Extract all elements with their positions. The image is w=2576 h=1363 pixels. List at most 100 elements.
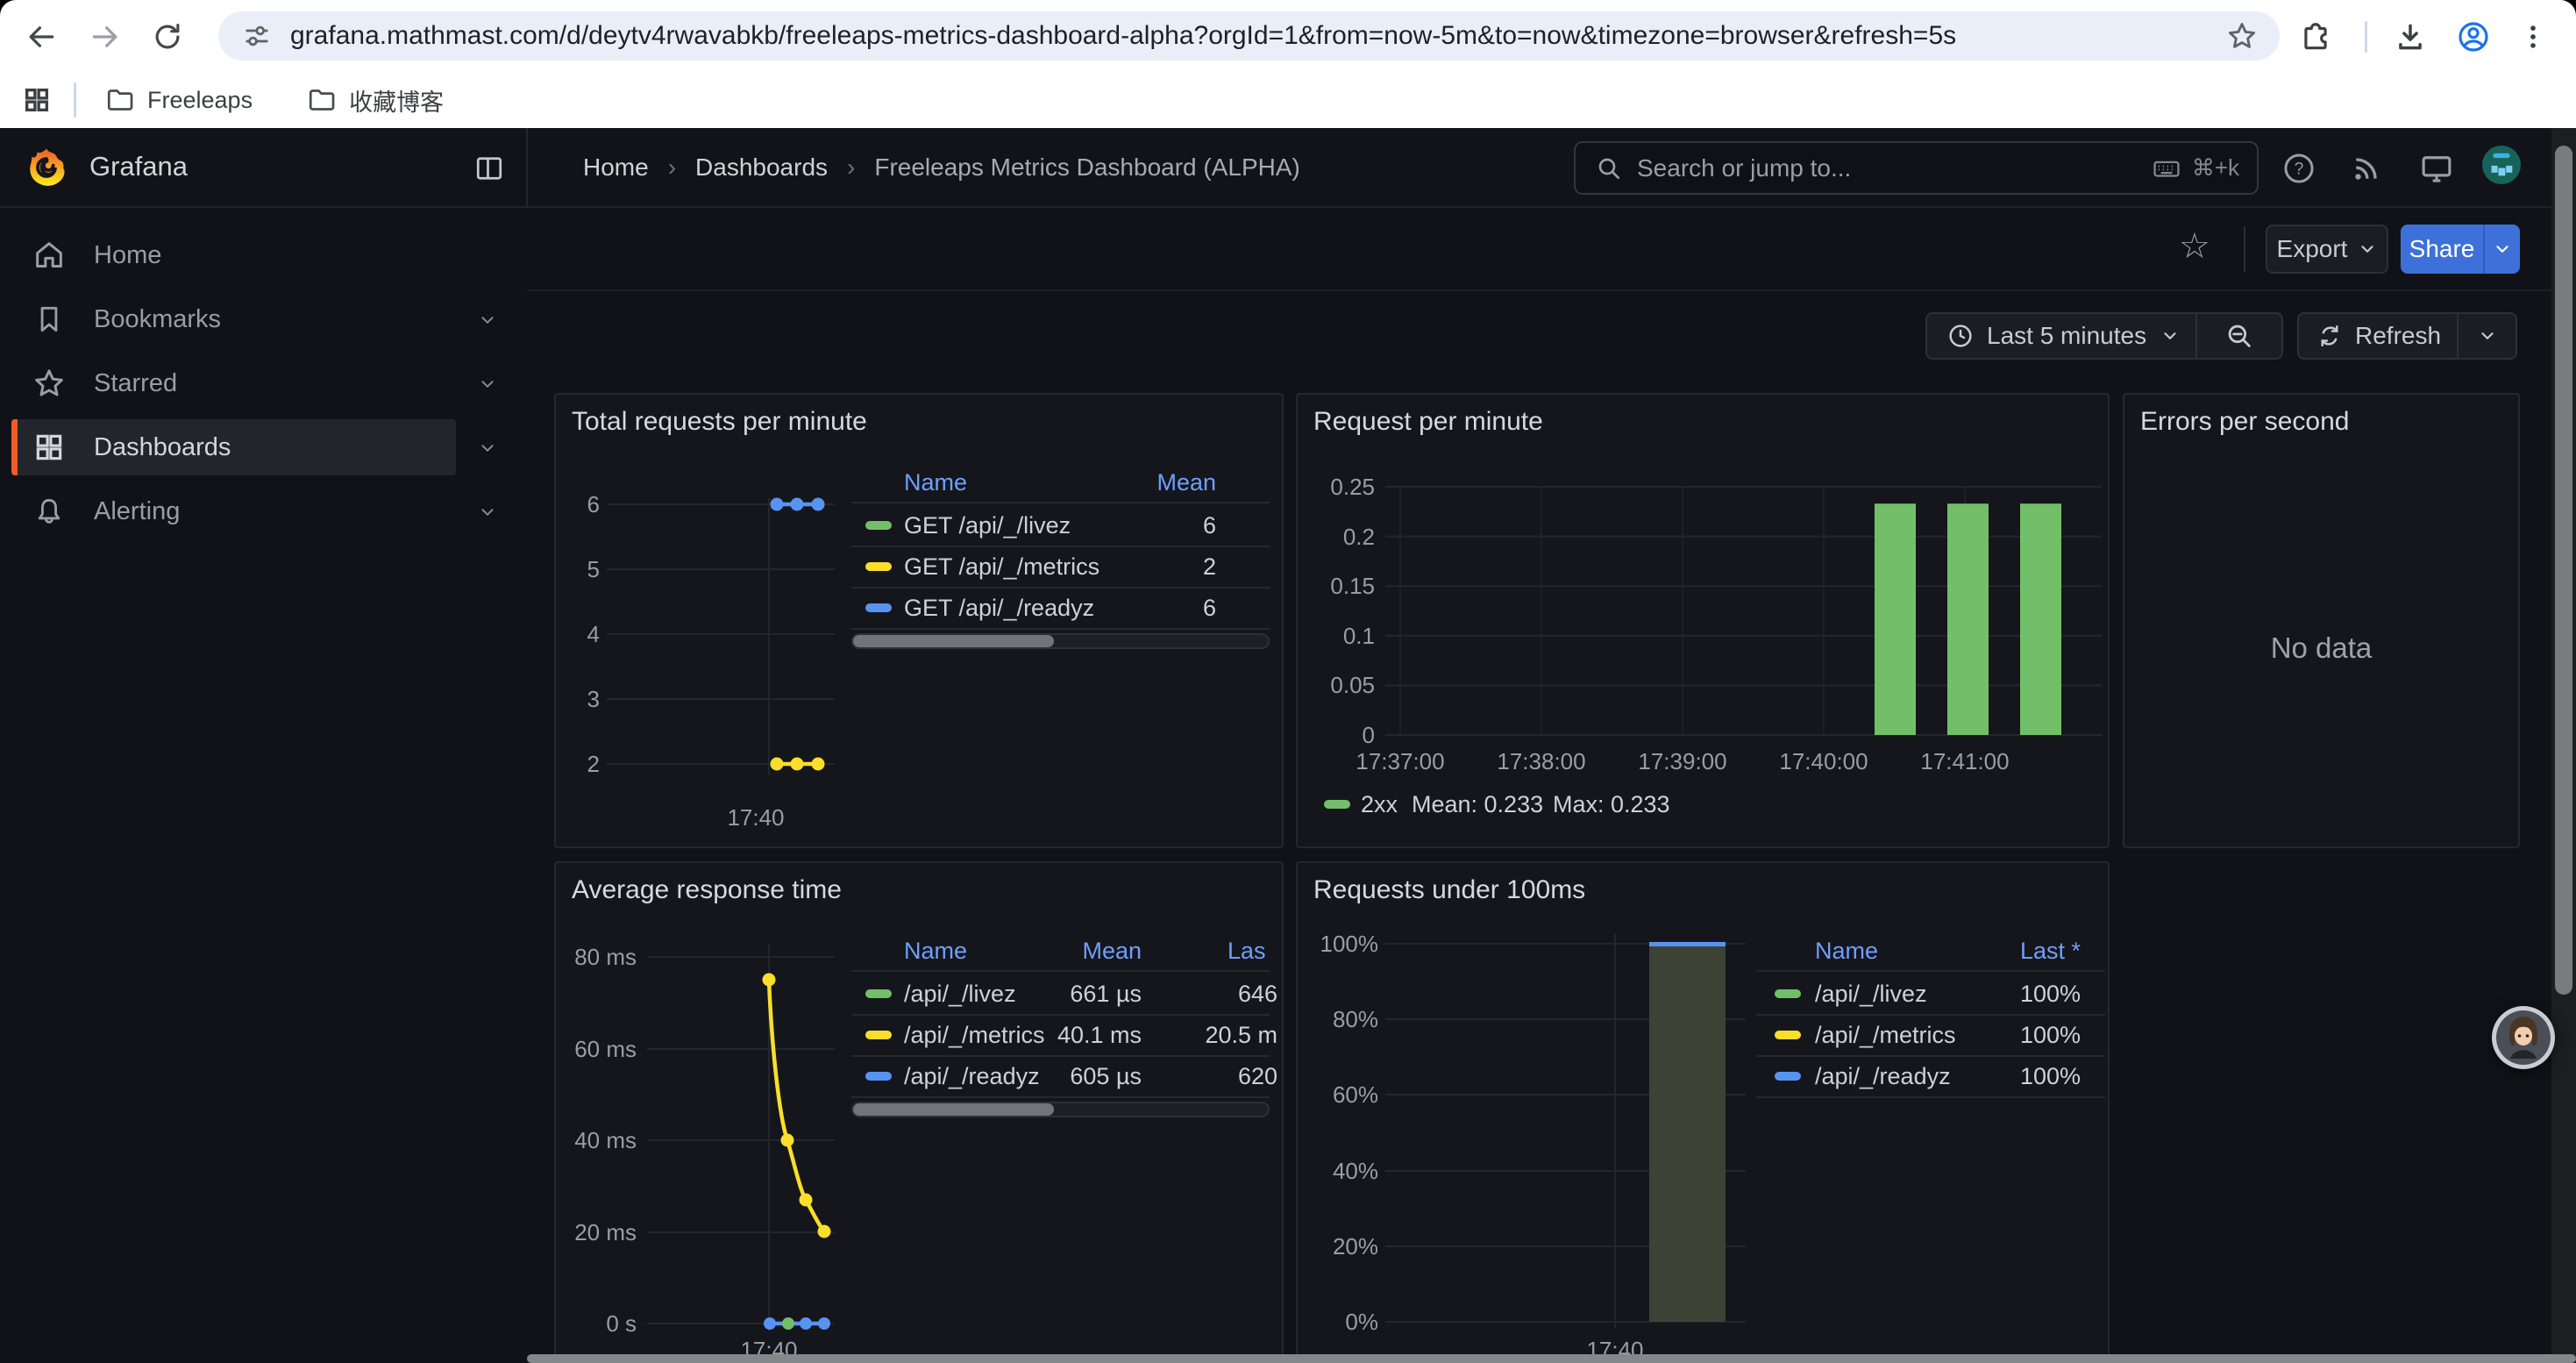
chevron-down-icon bbox=[2160, 326, 2180, 346]
browser-menu-icon[interactable] bbox=[2516, 19, 2551, 54]
help-icon[interactable]: ? bbox=[2280, 149, 2318, 188]
bookmarks-separator bbox=[74, 82, 76, 118]
back-icon[interactable] bbox=[24, 19, 59, 54]
legend-series-value: 100% bbox=[1783, 979, 2081, 1009]
legend-series-value: 620 bbox=[979, 1061, 1277, 1091]
legend-series-color-pill[interactable] bbox=[1324, 800, 1350, 809]
dashboard-subheader: ☆ Export Share bbox=[527, 208, 2576, 291]
forward-icon[interactable] bbox=[88, 19, 123, 54]
search-shortcut: ⌘+k bbox=[2192, 154, 2239, 182]
y-axis-tick: 5 bbox=[554, 555, 600, 583]
url-text: grafana.mathmast.com/d/deytv4rwavabkb/fr… bbox=[290, 21, 2225, 51]
search-icon bbox=[1595, 154, 1623, 182]
y-axis-tick: 20% bbox=[1296, 1232, 1378, 1260]
legend-row-separator bbox=[851, 1096, 1270, 1098]
legend-series-color-pill[interactable] bbox=[865, 562, 892, 571]
legend-series-value: 2 bbox=[918, 552, 1216, 582]
legend-row-separator bbox=[851, 628, 1270, 630]
address-bar[interactable]: grafana.mathmast.com/d/deytv4rwavabkb/fr… bbox=[218, 11, 2280, 61]
legend-series-color-pill[interactable] bbox=[865, 521, 892, 530]
keyboard-icon bbox=[2152, 153, 2181, 183]
panel-title[interactable]: Errors per second bbox=[2140, 407, 2349, 437]
legend-column-header[interactable]: Mean bbox=[843, 936, 1142, 966]
y-axis-tick: 40% bbox=[1296, 1157, 1378, 1185]
sidebar-nav: Home Bookmarks Starred Dashboards Alerting bbox=[0, 208, 527, 1363]
y-axis-tick: 0.25 bbox=[1296, 473, 1375, 501]
y-axis-tick: 40 ms bbox=[554, 1126, 637, 1154]
time-range-label: Last 5 minutes bbox=[1987, 322, 2146, 350]
refresh-button[interactable]: Refresh bbox=[2297, 312, 2517, 360]
x-axis-tick: 17:40 bbox=[651, 803, 861, 831]
share-menu-button[interactable] bbox=[2483, 225, 2520, 274]
apps-grid-icon bbox=[32, 430, 67, 465]
chevron-down-icon[interactable] bbox=[478, 439, 497, 462]
sidebar-items: Home Bookmarks Starred Dashboards Alerting bbox=[0, 227, 527, 547]
news-rss-icon[interactable] bbox=[2347, 149, 2386, 188]
export-button[interactable]: Export bbox=[2266, 225, 2388, 274]
home-icon bbox=[32, 238, 67, 273]
panel-average-response-time: Average response time 80 ms60 ms40 ms20 … bbox=[554, 861, 1284, 1363]
user-avatar[interactable] bbox=[2482, 146, 2521, 184]
dock-menu-icon[interactable] bbox=[470, 149, 509, 188]
legend-column-header[interactable]: Last * bbox=[1783, 936, 2081, 966]
bookmark-items: Freeleaps 收藏博客 bbox=[91, 79, 458, 121]
y-axis-tick: 2 bbox=[554, 750, 600, 778]
legend-scrollbar-thumb[interactable] bbox=[853, 1103, 1054, 1116]
sidebar-item-label: Home bbox=[94, 227, 161, 283]
y-axis-tick: 80 ms bbox=[554, 943, 637, 971]
grafana-logo[interactable] bbox=[26, 146, 67, 193]
downloads-icon[interactable] bbox=[2393, 19, 2428, 54]
legend-scrollbar-thumb[interactable] bbox=[853, 635, 1054, 647]
breadcrumb-item[interactable]: Home bbox=[583, 153, 649, 182]
grafana-header: Grafana Home›Dashboards›Freeleaps Metric… bbox=[0, 128, 2576, 208]
sidebar-item-starred[interactable]: Starred bbox=[0, 355, 527, 411]
monitor-kiosk-icon[interactable] bbox=[2417, 149, 2456, 188]
breadcrumb-item[interactable]: Dashboards bbox=[695, 153, 828, 182]
breadcrumb-item: Freeleaps Metrics Dashboard (ALPHA) bbox=[874, 153, 1300, 182]
bookmark-star-icon[interactable] bbox=[2225, 19, 2259, 53]
refresh-interval-dropdown[interactable] bbox=[2459, 326, 2516, 346]
reload-icon[interactable] bbox=[150, 19, 185, 54]
folder-icon bbox=[105, 85, 135, 115]
sidebar-active-accent bbox=[11, 419, 18, 475]
legend-column-header[interactable]: Las bbox=[1228, 936, 1266, 966]
chevron-down-icon[interactable] bbox=[478, 310, 497, 334]
legend-series-name[interactable]: 2xx bbox=[1361, 789, 1398, 819]
site-settings-icon[interactable] bbox=[241, 20, 273, 52]
search-placeholder: Search or jump to... bbox=[1637, 154, 1851, 182]
apps-grid-icon[interactable] bbox=[19, 82, 54, 118]
toolbar-separator bbox=[2365, 21, 2367, 53]
bookmark-item[interactable]: 收藏博客 bbox=[293, 79, 458, 121]
time-range-picker[interactable]: Last 5 minutes bbox=[1925, 312, 2283, 360]
legend-row-separator bbox=[851, 1055, 1270, 1057]
vertical-scrollbar-thumb[interactable] bbox=[2555, 146, 2572, 995]
y-axis-tick: 80% bbox=[1296, 1005, 1378, 1033]
share-button[interactable]: Share bbox=[2401, 225, 2483, 274]
sidebar-item-alerting[interactable]: Alerting bbox=[0, 483, 527, 539]
screen: grafana.mathmast.com/d/deytv4rwavabkb/fr… bbox=[0, 0, 2576, 1363]
zoom-out-icon[interactable] bbox=[2197, 321, 2281, 351]
clock-icon bbox=[1946, 322, 1975, 350]
y-axis-tick: 20 ms bbox=[554, 1218, 637, 1246]
legend-column-header[interactable]: Mean bbox=[918, 467, 1216, 497]
sidebar-item-bookmarks[interactable]: Bookmarks bbox=[0, 291, 527, 347]
search-input[interactable]: Search or jump to... ⌘+k bbox=[1574, 141, 2259, 195]
y-axis-tick: 4 bbox=[554, 620, 600, 648]
brand-name[interactable]: Grafana bbox=[89, 151, 188, 182]
profile-icon[interactable] bbox=[2456, 19, 2491, 54]
chevron-down-icon[interactable] bbox=[478, 375, 497, 398]
folder-icon bbox=[307, 85, 337, 115]
chevron-down-icon[interactable] bbox=[478, 503, 497, 526]
horizontal-scrollbar-thumb[interactable] bbox=[527, 1354, 2576, 1363]
floating-assistant-avatar[interactable] bbox=[2492, 1006, 2555, 1069]
legend-series-color-pill[interactable] bbox=[865, 603, 892, 612]
bookmark-item[interactable]: Freeleaps bbox=[91, 79, 267, 121]
sidebar-item-home[interactable]: Home bbox=[0, 227, 527, 283]
breadcrumb-separator-icon: › bbox=[668, 153, 676, 182]
subheader-divider bbox=[2244, 226, 2245, 272]
panel-request-per-minute: Request per minute 17:37:0017:38:0017:39… bbox=[1296, 393, 2110, 848]
panel-errors-per-second: Errors per second No data bbox=[2123, 393, 2520, 848]
favorite-star-icon[interactable]: ☆ bbox=[2179, 229, 2210, 264]
sidebar-item-dashboards[interactable]: Dashboards bbox=[0, 419, 527, 475]
extensions-icon[interactable] bbox=[2298, 19, 2333, 54]
